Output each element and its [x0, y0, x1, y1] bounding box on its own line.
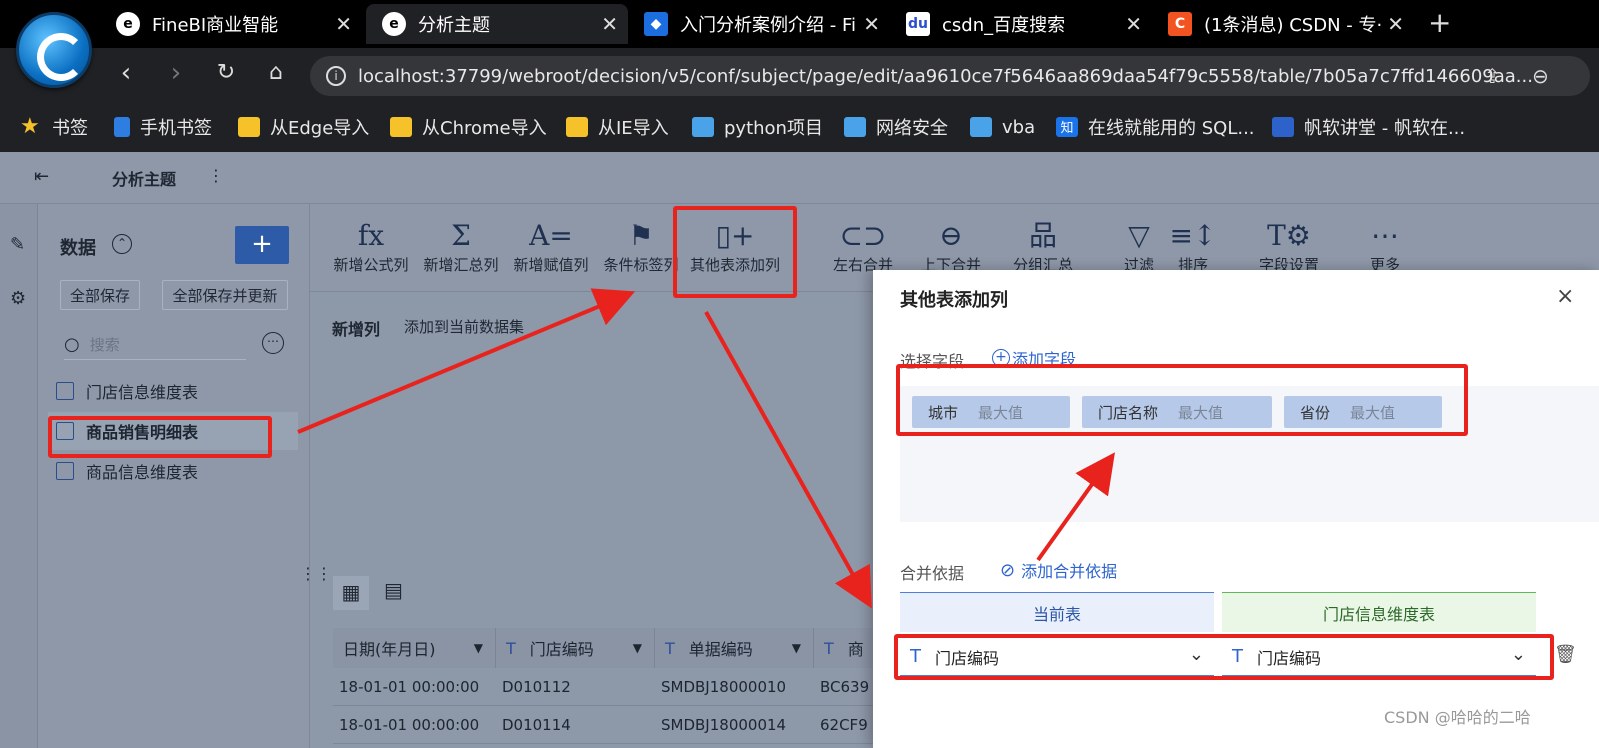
arrow-to-toolbar	[297, 288, 636, 434]
arrow-to-fields	[1036, 452, 1115, 562]
arrow-to-dialog	[704, 311, 872, 609]
annotation-arrows	[297, 288, 1115, 609]
